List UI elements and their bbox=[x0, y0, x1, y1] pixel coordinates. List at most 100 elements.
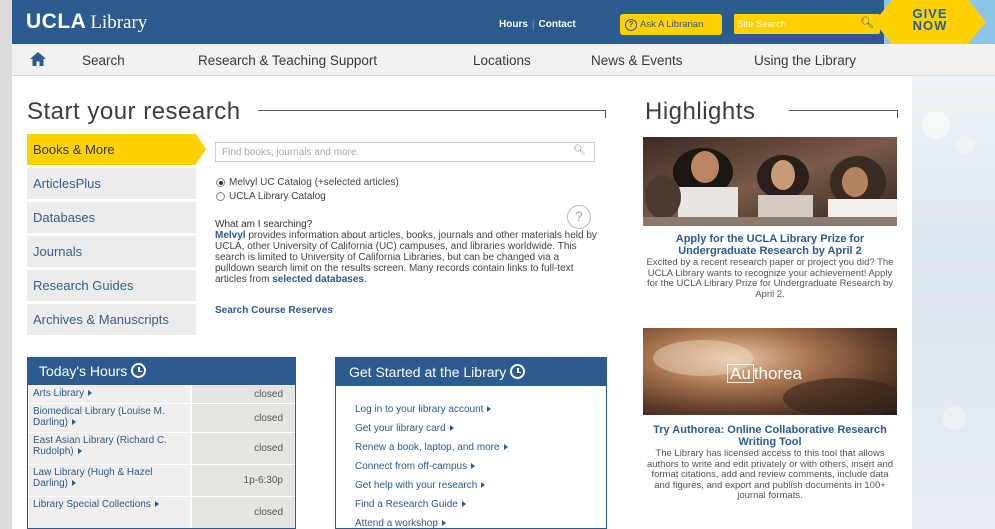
give-line2: NOW bbox=[912, 18, 948, 33]
get-started-link[interactable]: Log in to your library account bbox=[355, 404, 606, 423]
what-searching-title: What am I searching? bbox=[215, 219, 313, 230]
chevron-right-icon bbox=[481, 482, 486, 488]
tab-articlesplus[interactable]: ArticlesPlus bbox=[27, 168, 196, 199]
chevron-right-icon bbox=[77, 447, 82, 454]
link-label: Log in to your library account bbox=[355, 404, 484, 415]
get-started-list: Log in to your library account Get your … bbox=[336, 386, 606, 529]
chevron-right-icon bbox=[487, 406, 492, 412]
tab-archives-manuscripts[interactable]: Archives & Manuscripts bbox=[27, 304, 196, 335]
library-name[interactable]: Biomedical Library (Louise M. Darling) bbox=[28, 404, 190, 432]
top-bar: UCLA Library Hours | Contact ? Ask A Librar… bbox=[12, 0, 995, 44]
question-icon: ? bbox=[625, 18, 637, 31]
ask-a-librarian-button[interactable]: ? Ask A Librarian bbox=[620, 14, 722, 35]
search-icon[interactable]: 🔍︎ bbox=[860, 16, 874, 29]
hours-row: Biomedical Library (Louise M. Darling) c… bbox=[28, 404, 295, 433]
search-description: What am I searching? Melvyl provides inf… bbox=[215, 219, 601, 285]
link-label: Renew a book, laptop, and more bbox=[355, 442, 500, 453]
library-name[interactable]: Library Special Collections bbox=[28, 497, 190, 528]
clock-icon bbox=[510, 364, 526, 379]
highlight-desc-authorea: The Library has licensed access to this … bbox=[646, 448, 894, 501]
ucla-library-logo[interactable]: UCLA Library bbox=[26, 10, 147, 34]
chevron-right-icon bbox=[441, 520, 446, 526]
chevron-right-icon bbox=[72, 418, 77, 425]
hours-row: Law Library (Hugh & Hazel Darling) 1p-6:… bbox=[28, 465, 295, 497]
link-label: Get your library card bbox=[355, 423, 446, 434]
radio-button[interactable] bbox=[216, 192, 225, 201]
students-photo-illustration bbox=[643, 137, 897, 226]
site-search: 🔍︎ bbox=[734, 14, 880, 34]
nav-locations[interactable]: Locations bbox=[473, 53, 531, 68]
chevron-right-icon bbox=[503, 444, 508, 450]
tab-journals[interactable]: Journals bbox=[27, 236, 196, 267]
library-hours: closed bbox=[192, 497, 295, 528]
library-name[interactable]: Arts Library bbox=[28, 385, 190, 403]
chevron-right-icon bbox=[72, 479, 77, 486]
get-started-link[interactable]: Find a Research Guide bbox=[355, 499, 606, 518]
library-name[interactable]: Law Library (Hugh & Hazel Darling) bbox=[28, 465, 190, 496]
nav-using-the-library[interactable]: Using the Library bbox=[754, 53, 856, 68]
library-hours: 1p-6:30p bbox=[192, 465, 295, 496]
bokeh-decoration bbox=[942, 406, 966, 430]
library-name-text: Law Library (Hugh & Hazel Darling) bbox=[33, 467, 153, 489]
highlights-heading: Highlights bbox=[645, 98, 756, 125]
radio-button-selected[interactable] bbox=[216, 178, 225, 187]
link-label: Connect from off-campus bbox=[355, 461, 468, 472]
nav-research-teaching-support[interactable]: Research & Teaching Support bbox=[198, 53, 377, 68]
tab-databases[interactable]: Databases bbox=[27, 202, 196, 233]
get-started-link[interactable]: Renew a book, laptop, and more bbox=[355, 442, 606, 461]
link-label: Find a Research Guide bbox=[355, 499, 458, 510]
nav-news-events[interactable]: News & Events bbox=[591, 53, 683, 68]
library-name[interactable]: East Asian Library (Richard C. Rudolph) bbox=[28, 433, 190, 464]
authorea-banner[interactable]: Au thorea bbox=[643, 328, 897, 415]
library-name-text: Arts Library bbox=[33, 388, 85, 399]
students-lecture-photo[interactable] bbox=[643, 137, 897, 226]
todays-hours-panel: Today's Hours Arts Library closed Biomed… bbox=[27, 357, 296, 529]
radio-melvyl[interactable]: Melvyl UC Catalog (+selected articles) bbox=[216, 177, 399, 188]
logo-ucla-text: UCLA bbox=[26, 10, 87, 33]
get-started-link[interactable]: Connect from off-campus bbox=[355, 461, 606, 480]
give-now-button[interactable]: GIVE NOW bbox=[874, 0, 995, 44]
chevron-right-icon bbox=[88, 390, 93, 396]
get-started-title: Get Started at the Library bbox=[349, 364, 507, 380]
description-end: . bbox=[363, 274, 367, 285]
search-course-reserves-link[interactable]: Search Course Reserves bbox=[215, 305, 333, 316]
chevron-right-icon bbox=[449, 425, 454, 431]
radio-ucla-catalog[interactable]: UCLA Library Catalog bbox=[216, 191, 326, 202]
hours-row: Arts Library closed bbox=[28, 385, 295, 404]
ask-a-librarian-label: Ask A Librarian bbox=[640, 19, 704, 30]
link-label: Get help with your research bbox=[355, 480, 478, 491]
tab-books-more[interactable]: Books & More bbox=[27, 134, 206, 165]
get-started-link[interactable]: Attend a workshop bbox=[355, 518, 606, 529]
highlight-title-authorea[interactable]: Try Authorea: Online Collaborative Resea… bbox=[646, 424, 894, 448]
books-search-input[interactable] bbox=[222, 145, 562, 160]
authorea-logo-au: Au bbox=[727, 364, 754, 383]
chevron-right-icon bbox=[461, 501, 466, 507]
chevron-right-icon bbox=[154, 501, 159, 507]
radio-ucla-catalog-label: UCLA Library Catalog bbox=[229, 191, 326, 202]
todays-hours-title: Today's Hours bbox=[39, 363, 128, 379]
selected-databases-link[interactable]: selected databases bbox=[272, 274, 364, 285]
authorea-logo: Au thorea bbox=[727, 364, 802, 384]
site-search-input[interactable] bbox=[737, 16, 855, 32]
heading-rule bbox=[789, 110, 898, 118]
library-hours: closed bbox=[192, 404, 295, 432]
hours-row: Library Special Collections closed bbox=[28, 497, 295, 528]
home-icon[interactable] bbox=[30, 52, 46, 66]
page-right-background bbox=[912, 76, 995, 529]
search-icon[interactable]: 🔍︎ bbox=[573, 145, 586, 156]
hours-link[interactable]: Hours bbox=[499, 19, 528, 30]
highlight-title-prize[interactable]: Apply for the UCLA Library Prize for Und… bbox=[646, 233, 894, 257]
heading-rule bbox=[258, 110, 606, 118]
get-started-link[interactable]: Get help with your research bbox=[355, 480, 606, 499]
library-hours: closed bbox=[192, 433, 295, 464]
radio-melvyl-label: Melvyl UC Catalog (+selected articles) bbox=[229, 177, 399, 188]
contact-link[interactable]: Contact bbox=[539, 19, 576, 30]
get-started-link[interactable]: Get your library card bbox=[355, 423, 606, 442]
nav-search[interactable]: Search bbox=[82, 53, 125, 68]
tab-research-guides[interactable]: Research Guides bbox=[27, 270, 196, 301]
library-name-text: Biomedical Library (Louise M. Darling) bbox=[33, 406, 165, 428]
start-research-heading: Start your research bbox=[27, 98, 241, 125]
books-search-box: 🔍︎ bbox=[215, 142, 595, 162]
link-separator: | bbox=[531, 19, 535, 30]
todays-hours-header: Today's Hours bbox=[28, 358, 295, 385]
